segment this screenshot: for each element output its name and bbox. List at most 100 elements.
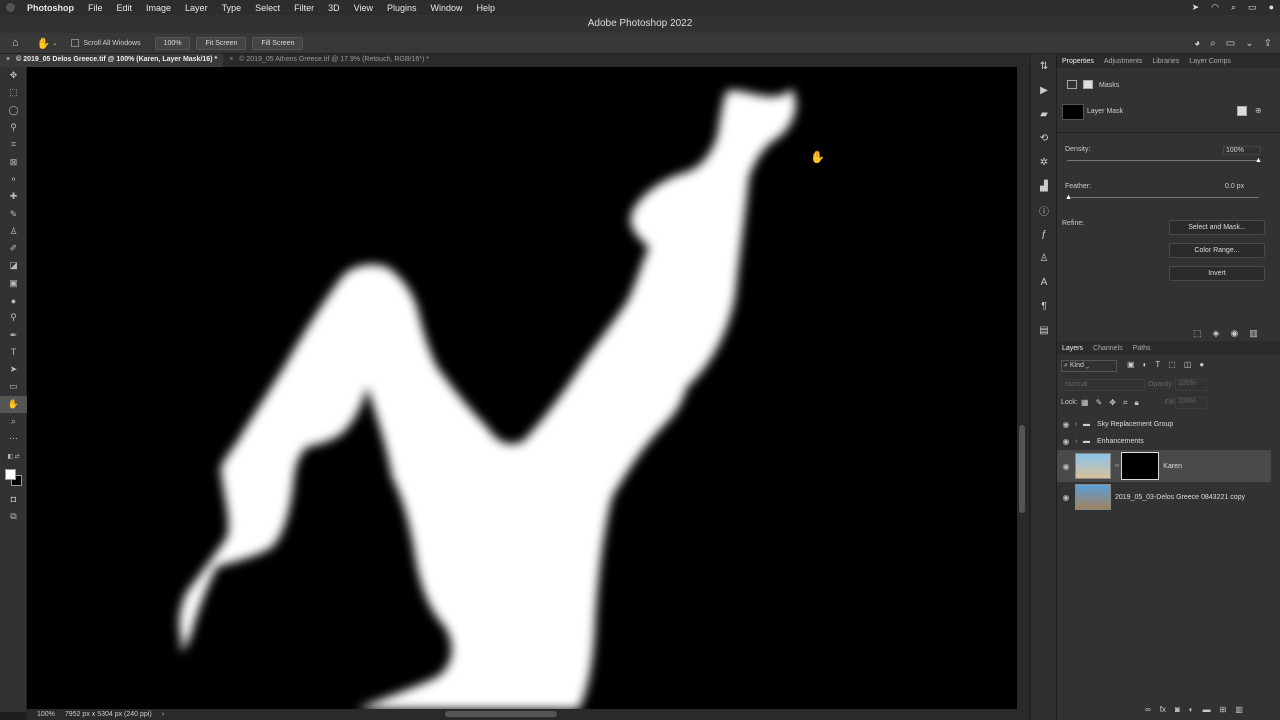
siri-icon[interactable]: ● — [1269, 2, 1274, 13]
visibility-eye-icon[interactable]: ◉ — [1057, 493, 1075, 502]
share-icon[interactable]: ⇪ — [1264, 38, 1272, 49]
document-canvas[interactable]: ✋ — [27, 67, 1017, 709]
dodge-tool-icon[interactable]: ⚲ — [0, 309, 27, 326]
delete-mask-icon[interactable]: ▥ — [1249, 328, 1258, 339]
menu-type[interactable]: Type — [215, 3, 249, 13]
tab-properties[interactable]: Properties — [1062, 58, 1094, 65]
delete-layer-icon[interactable]: ▥ — [1235, 705, 1243, 714]
type-tool-icon[interactable]: T — [0, 344, 27, 361]
link-layers-icon[interactable]: ∞ — [1145, 705, 1151, 714]
horizontal-scroll-thumb[interactable] — [445, 711, 557, 717]
visibility-eye-icon[interactable]: ◉ — [1057, 437, 1075, 446]
menu-layer[interactable]: Layer — [178, 3, 215, 13]
menu-window[interactable]: Window — [424, 3, 470, 13]
status-arrow[interactable]: › — [162, 711, 164, 718]
add-vector-mask-icon[interactable]: ⊕ — [1255, 106, 1262, 115]
styles-fx-icon[interactable]: ƒ — [1031, 222, 1057, 246]
tab-layer-comps[interactable]: Layer Comps — [1189, 58, 1231, 65]
new-layer-icon[interactable]: ⊞ — [1220, 705, 1227, 714]
menu-edit[interactable]: Edit — [110, 3, 140, 13]
history-icon[interactable]: ⟲ — [1031, 126, 1057, 150]
histogram-icon[interactable]: ▟ — [1031, 174, 1057, 198]
navigator-icon[interactable]: ⇅ — [1031, 54, 1057, 78]
document-info[interactable]: 7952 px x 5304 px (240 ppi) — [65, 711, 152, 718]
crop-tool-icon[interactable]: ⌗ — [0, 136, 27, 153]
blend-mode-select[interactable]: Normal — [1061, 379, 1145, 391]
opacity-field[interactable]: 100% — [1175, 379, 1207, 391]
brush-tool-icon[interactable]: ✎ — [0, 205, 27, 222]
add-mask-icon[interactable]: ◙ — [1175, 705, 1180, 714]
chevron-down-icon[interactable]: ⌄ — [52, 40, 57, 47]
apple-icon[interactable] — [6, 3, 15, 12]
lock-artboard-icon[interactable]: ⌗ — [1123, 398, 1128, 408]
location-icon[interactable]: ➤ — [1192, 2, 1200, 13]
apply-mask-icon[interactable]: ◈ — [1213, 328, 1220, 339]
tab-delos[interactable]: × © 2019_05 Delos Greece.tif @ 100% (Kar… — [0, 54, 224, 67]
feather-field[interactable]: 0.0 px — [1223, 183, 1261, 190]
new-group-icon[interactable]: ▬ — [1203, 705, 1211, 714]
filter-type-icon[interactable]: T — [1155, 360, 1160, 369]
kind-filter[interactable]: ⌕ Kind ⌄ — [1061, 360, 1117, 372]
tab-athens[interactable]: × © 2019_05 Athens Greece.tif @ 17.9% (R… — [223, 54, 435, 67]
pen-tool-icon[interactable]: ✒ — [0, 326, 27, 343]
link-icon[interactable]: ∞ — [1115, 463, 1119, 469]
density-field[interactable]: 100% — [1223, 146, 1261, 155]
screen-mode-icon[interactable]: ⧉ — [0, 508, 27, 525]
clone-stamp-tool-icon[interactable]: ♙ — [0, 223, 27, 240]
vertical-scroll-thumb[interactable] — [1019, 425, 1025, 513]
layer-row-sky-replacement[interactable]: ◉ › ▬ Sky Replacement Group — [1057, 416, 1271, 433]
character-icon[interactable]: A — [1031, 270, 1057, 294]
clone-source-icon[interactable]: ♙ — [1031, 246, 1057, 270]
menu-plugins[interactable]: Plugins — [380, 3, 424, 13]
pixel-mask-icon[interactable] — [1067, 80, 1077, 89]
hand-tool-preset-icon[interactable]: ✋ — [37, 37, 51, 50]
chevron-right-icon[interactable]: › — [1075, 421, 1083, 428]
user-icon[interactable]: ◕ — [1194, 38, 1200, 49]
info-icon[interactable]: ⓘ — [1031, 198, 1057, 222]
fit-screen-button[interactable]: Fit Screen — [196, 36, 247, 50]
notes-icon[interactable]: ▤ — [1031, 318, 1057, 342]
menu-select[interactable]: Select — [248, 3, 287, 13]
lock-image-icon[interactable]: ✎ — [1096, 398, 1103, 408]
menu-image[interactable]: Image — [139, 3, 178, 13]
gradient-tool-icon[interactable]: ▣ — [0, 275, 27, 292]
lasso-tool-icon[interactable]: ◯ — [0, 102, 27, 119]
marquee-tool-icon[interactable]: ⬚ — [0, 84, 27, 101]
brush-settings-icon[interactable]: ✲ — [1031, 150, 1057, 174]
menu-3d[interactable]: 3D — [321, 3, 347, 13]
layer-row-background-copy[interactable]: ◉ 2019_05_03-Delos Greece 0843221 copy — [1057, 482, 1271, 512]
search-icon[interactable]: ⌕ — [1231, 2, 1236, 13]
quick-select-tool-icon[interactable]: ⚲ — [0, 119, 27, 136]
control-center-icon[interactable]: ▭ — [1248, 2, 1257, 13]
filter-shape-icon[interactable]: ⬚ — [1168, 360, 1176, 369]
close-icon[interactable]: × — [6, 56, 10, 65]
paragraph-icon[interactable]: ¶ — [1031, 294, 1057, 318]
feather-slider[interactable] — [1067, 197, 1259, 198]
menu-file[interactable]: File — [81, 3, 110, 13]
fill-screen-button[interactable]: Fill Screen — [252, 36, 304, 50]
zoom-tool-icon[interactable]: ⌕ — [0, 413, 27, 430]
lock-all-icon[interactable]: 🔒︎ — [1134, 398, 1138, 408]
filter-smart-object-icon[interactable]: ◫ — [1184, 360, 1192, 369]
wifi-icon[interactable]: ◠ — [1211, 2, 1219, 13]
density-slider[interactable] — [1067, 160, 1259, 161]
home-icon[interactable]: ⌂ — [12, 37, 19, 49]
filter-toggle-icon[interactable]: ● — [1199, 360, 1204, 369]
menu-photoshop[interactable]: Photoshop — [20, 3, 81, 13]
default-colors-icon[interactable]: ◧ ⇄ — [0, 448, 27, 465]
menu-help[interactable]: Help — [470, 3, 503, 13]
tab-channels[interactable]: Channels — [1093, 345, 1123, 352]
visibility-icon[interactable]: ◉ — [1230, 328, 1238, 339]
fill-field[interactable]: 100% — [1175, 397, 1207, 409]
move-tool-icon[interactable]: ✥ — [0, 67, 27, 84]
visibility-eye-icon[interactable]: ◉ — [1057, 420, 1075, 429]
layer-row-enhancements[interactable]: ◉ › ▬ Enhancements — [1057, 433, 1271, 450]
tab-layers[interactable]: Layers — [1062, 345, 1083, 352]
path-selection-tool-icon[interactable]: ➤ — [0, 361, 27, 378]
layer-row-karen[interactable]: ◉ ∞ Karen — [1057, 450, 1271, 482]
fx-icon[interactable]: fx — [1160, 705, 1166, 714]
rectangle-tool-icon[interactable]: ▭ — [0, 378, 27, 395]
invert-button[interactable]: Invert — [1169, 266, 1265, 281]
chevron-right-icon[interactable]: › — [1075, 438, 1083, 445]
layer-mask-thumbnail[interactable] — [1121, 452, 1160, 480]
